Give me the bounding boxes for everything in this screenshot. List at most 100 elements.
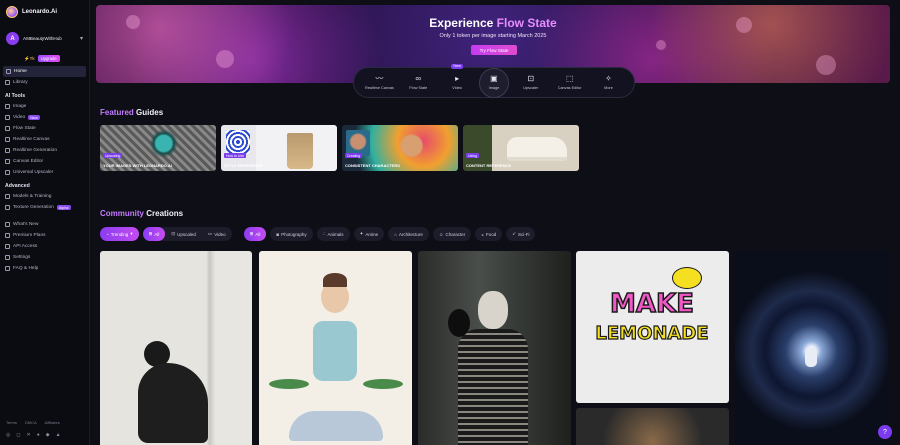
legs-shape [289,411,383,441]
affiliates-link[interactable]: Affiliates [45,420,60,425]
chip-label: Architecture [398,231,423,237]
main-content: Experience Flow State Only 1 token per i… [90,0,900,445]
tool-canvas-editor[interactable]: ⬚ Canvas Editor [553,70,587,96]
sidebar-item-realtime-canvas[interactable]: Realtime Canvas [0,134,89,145]
sidebar-item-api-access[interactable]: API Access [0,241,89,252]
sidebar-item-premium-plans[interactable]: Premium Plans [0,230,89,241]
gallery-image-make-lemonade[interactable]: MAKE LEMONADE [576,251,729,403]
hair-shape [323,273,347,287]
discord-icon[interactable]: ◎ [6,432,10,438]
guide-card-content-reference[interactable]: Using CONTENT REFERENCE [463,125,579,171]
realtime-icon [5,137,10,142]
gallery-image-crown[interactable] [576,408,729,445]
filter-anime[interactable]: ✦ Anime [353,227,385,241]
tool-video[interactable]: New ▸ Video [440,63,474,96]
tool-more[interactable]: ✧ More [591,70,625,96]
filter-all-types[interactable]: ⊞ All [142,227,166,241]
sidebar-item-label: Premium Plans [13,233,46,238]
paw-icon: ∴ [322,231,326,236]
upscaler-icon: ⊡ [527,74,535,83]
tool-realtime-canvas[interactable]: 〰 Realtime Canvas [362,70,396,96]
filter-category-all[interactable]: ⊞ All [243,227,267,241]
guide-card-upscaling[interactable]: Upscaling YOUR IMAGES WITH LEONARDO.AI [100,125,216,171]
sparkle-icon: ✦ [359,231,364,236]
sidebar-item-label: Library [13,80,28,85]
tools-toolbar: 〰 Realtime Canvas ∞ Flow State New ▸ Video ▣… [353,63,635,98]
lemonade-text: LEMONADE [595,322,709,344]
gallery-image-yoga-woman[interactable] [259,251,412,445]
token-row: ⚡Tk Upgrade [24,55,83,62]
sidebar-item-video[interactable]: Video New [0,112,89,123]
filter-animals[interactable]: ∴ Animals [316,227,350,241]
chevron-down-icon: ▾ [79,36,83,42]
bowl-right [363,379,403,389]
guide-tag: Creating [345,153,363,158]
sidebar-item-whats-new[interactable]: What's New [0,219,89,230]
infinity-icon [5,126,10,131]
upgrade-button[interactable]: Upgrade [37,55,60,62]
guide-caption: CONTENT REFERENCE [466,163,512,169]
tool-flow-state[interactable]: ∞ Flow State [401,70,435,96]
sidebar-item-label: Video [13,115,26,120]
sparkles-icon: ✧ [605,74,612,83]
guide-card-consistent-characters[interactable]: Creating CONSISTENT CHARACTERS [342,125,458,171]
sidebar-item-canvas-editor[interactable]: Canvas Editor [0,156,89,167]
filter-food[interactable]: ◒ Food [475,227,503,241]
sidebar-item-image[interactable]: Image [0,101,89,112]
x-icon[interactable]: ✕ [27,432,31,438]
bowl-left [269,379,309,389]
filter-photography[interactable]: ◙ Photography [270,227,313,241]
sidebar-item-home[interactable]: Home [3,66,86,77]
leonardo-logo-icon [6,6,18,18]
bokeh-light [816,55,836,75]
tool-upscaler[interactable]: ⊡ Upscaler [514,70,548,96]
guide-caption: CONSISTENT CHARACTERS [345,163,400,169]
brand[interactable]: Leonardo.Ai [0,0,89,24]
sidebar-item-universal-upscaler[interactable]: Universal Upscaler [0,167,89,178]
top-shape [313,321,357,381]
new-badge: New [28,115,40,120]
sidebar-item-settings[interactable]: Settings [0,252,89,263]
bokeh-light [216,50,234,68]
skeleton-body [458,329,528,445]
grid-icon: ⊞ [148,231,153,236]
sidebar-item-realtime-generation[interactable]: Realtime Generation [0,145,89,156]
trending-dropdown[interactable]: ◔ Trending ▾ [100,227,139,241]
reddit-icon[interactable]: ● [37,432,40,438]
gallery-image-skeleton-raven[interactable] [418,251,571,445]
sidebar-item-label: Texture Generation [13,205,54,210]
instagram-icon[interactable]: ◻ [16,432,20,438]
guide-card-style-reference[interactable]: How to Use STYLE REFERENCE [221,125,337,171]
sidebar: Leonardo.Ai A AMBeautyWithHub ▾ ⚡Tk Upgr… [0,0,90,445]
filter-sci-fi[interactable]: ➶ Sci-Fi [506,227,536,241]
chip-label: All [154,231,160,237]
camera-icon: ◙ [276,231,280,237]
sidebar-item-texture-generation[interactable]: Texture Generation Alpha [0,202,89,213]
tool-image[interactable]: ▣ Image [478,67,509,98]
terms-link[interactable]: Terms [6,420,17,425]
filter-architecture[interactable]: ⌂ Architecture [388,227,429,241]
food-icon: ◒ [481,231,484,237]
section-heading-ai-tools: AI Tools [5,93,26,99]
sidebar-item-faq-help[interactable]: FAQ & Help [0,263,89,274]
section-heading-advanced: Advanced [5,183,30,189]
gallery-filters: ◔ Trending ▾ ⊞ All ⊡ Upscaled ▭ Video ⊞ All ◙ P… [100,227,536,241]
filter-video[interactable]: ▭ Video [202,227,232,241]
user-menu[interactable]: A AMBeautyWithHub ▾ [0,28,89,49]
chip-label: Anime [365,231,379,237]
sidebar-item-library[interactable]: Library [0,77,89,88]
chip-label: Animals [327,231,344,237]
sidebar-item-models-training[interactable]: Models & Training [0,191,89,202]
try-flow-state-button[interactable]: Try Flow State [471,45,517,55]
sidebar-item-flow-state[interactable]: Flow State [0,123,89,134]
android-icon[interactable]: ▲ [56,432,61,438]
gallery-image-sketch-figure[interactable] [100,251,252,445]
sidebar-item-label: Flow State [13,126,36,131]
filter-character[interactable]: ☺ Character [432,227,472,241]
apple-icon[interactable]: ◆ [46,432,50,438]
filter-upscaled[interactable]: ⊡ Upscaled [165,227,202,241]
help-chat-button[interactable]: ? [878,425,892,439]
dmca-link[interactable]: DMCA [25,420,37,425]
image-icon [5,104,10,109]
gallery-image-astronaut-portal[interactable] [735,251,888,445]
